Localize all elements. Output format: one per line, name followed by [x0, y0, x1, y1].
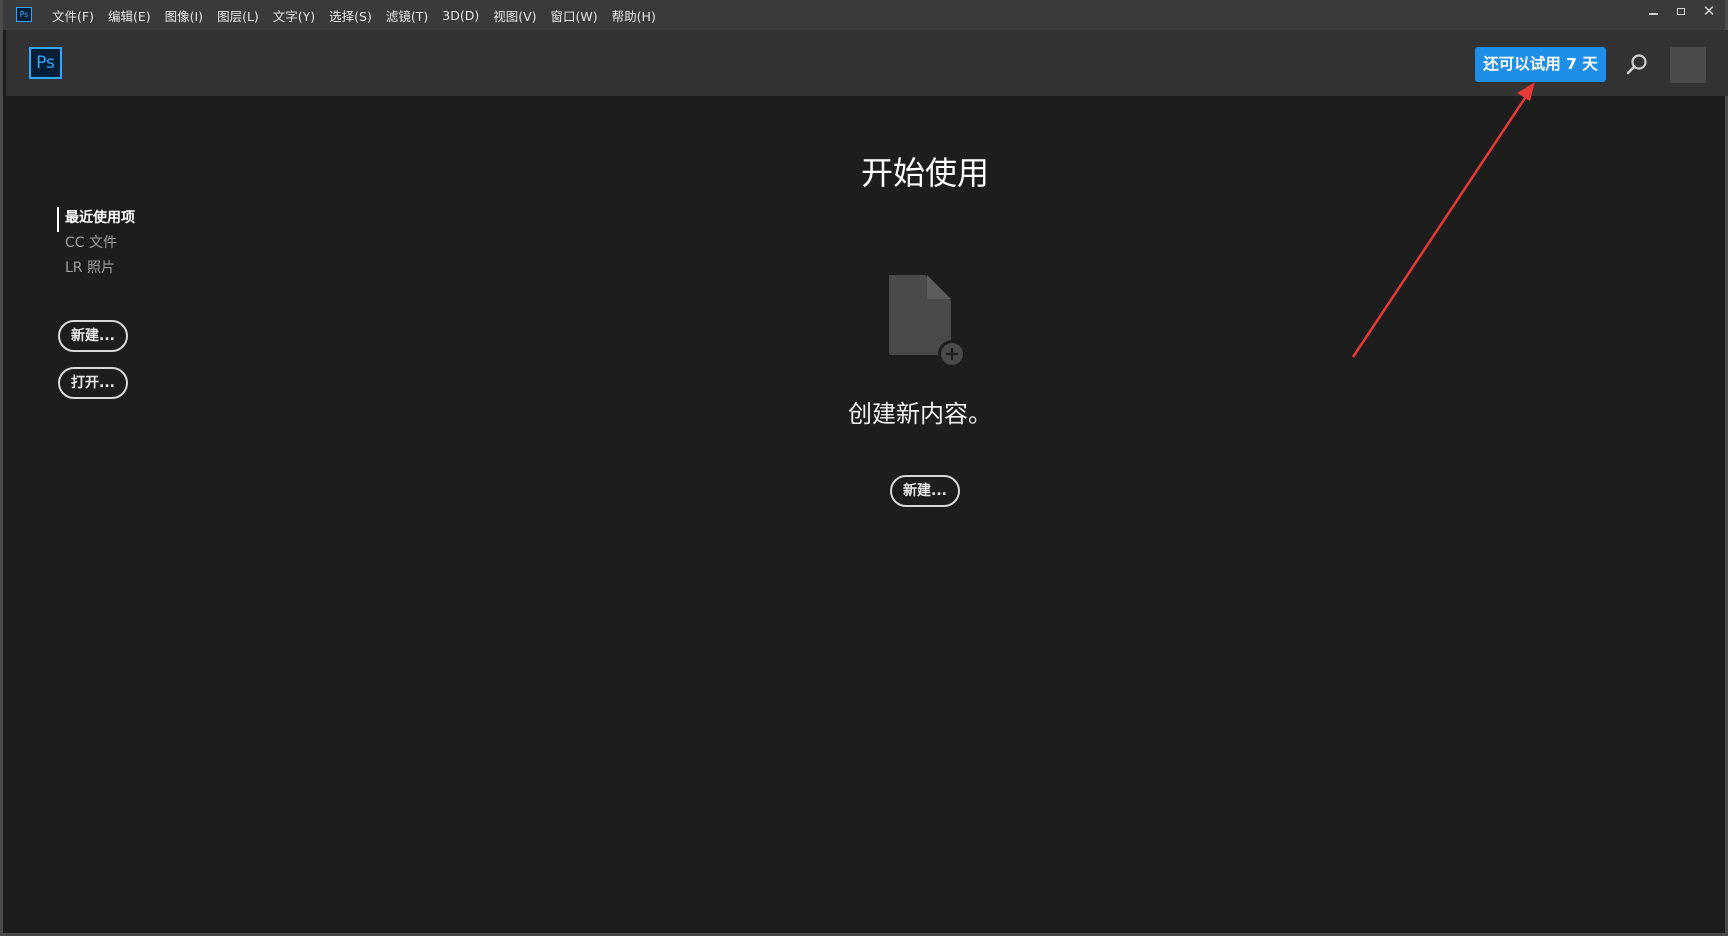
left-open-button[interactable]: 打开... — [58, 367, 128, 399]
menu-view[interactable]: 视图(V) — [493, 6, 536, 25]
photoshop-window: Ps 文件(F) 编辑(E) 图像(I) 图层(L) 文字(Y) 选择(S) 滤… — [0, 0, 1728, 936]
create-new-subtitle: 创建新内容。 — [720, 394, 1120, 429]
menu-image[interactable]: 图像(I) — [165, 6, 203, 25]
left-new-button[interactable]: 新建... — [58, 320, 128, 352]
nav-item-recent[interactable]: 最近使用项 — [57, 207, 135, 232]
avatar[interactable] — [1670, 47, 1706, 83]
menu-file[interactable]: 文件(F) — [52, 6, 94, 25]
trial-days-button[interactable]: 还可以试用 7 天 — [1475, 47, 1606, 82]
page-title: 开始使用 — [725, 148, 1125, 194]
menu-help[interactable]: 帮助(H) — [612, 6, 656, 25]
annotation-arrow — [3, 0, 1728, 936]
app-icon[interactable]: Ps — [16, 7, 32, 22]
app-header: Ps 还可以试用 7 天 — [6, 30, 1728, 96]
minimize-icon — [1649, 13, 1658, 15]
ps-logo: Ps — [29, 47, 62, 79]
menu-select[interactable]: 选择(S) — [329, 6, 372, 25]
search-icon — [1624, 52, 1650, 78]
menu-type[interactable]: 文字(Y) — [273, 6, 315, 25]
search-button[interactable] — [1624, 52, 1650, 78]
close-icon: ✕ — [1703, 2, 1716, 20]
center-new-button[interactable]: 新建... — [890, 475, 960, 507]
maximize-icon — [1677, 8, 1685, 15]
close-button[interactable]: ✕ — [1695, 0, 1723, 22]
menu-edit[interactable]: 编辑(E) — [108, 6, 151, 25]
menu-bar: Ps 文件(F) 编辑(E) 图像(I) 图层(L) 文字(Y) 选择(S) 滤… — [3, 0, 1725, 30]
window-controls: ✕ — [1639, 0, 1723, 22]
minimize-button[interactable] — [1639, 0, 1667, 22]
new-document-icon — [887, 273, 967, 369]
menu-filter[interactable]: 滤镜(T) — [386, 6, 428, 25]
nav-item-cc-files[interactable]: CC 文件 — [57, 232, 135, 257]
nav-item-lr-photos[interactable]: LR 照片 — [57, 257, 135, 282]
left-nav: 最近使用项 CC 文件 LR 照片 — [57, 207, 135, 282]
menu-layer[interactable]: 图层(L) — [217, 6, 259, 25]
menu-window[interactable]: 窗口(W) — [551, 6, 598, 25]
menu-3d[interactable]: 3D(D) — [442, 8, 479, 23]
menu-items: 文件(F) 编辑(E) 图像(I) 图层(L) 文字(Y) 选择(S) 滤镜(T… — [52, 0, 670, 30]
maximize-button[interactable] — [1667, 0, 1695, 22]
